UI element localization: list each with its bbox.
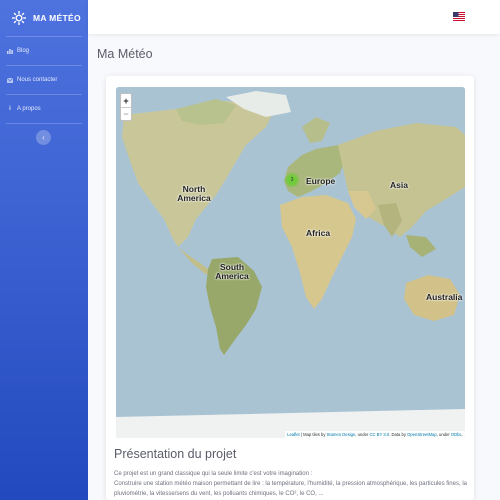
sidebar-item-label: Nous contacter	[17, 77, 58, 83]
odbl-link[interactable]: ODbL	[451, 432, 462, 437]
label-africa: Africa	[306, 228, 331, 238]
cluster-count: 3	[287, 175, 297, 185]
us-flag-icon[interactable]	[453, 12, 465, 21]
sun-icon	[12, 11, 26, 25]
sidebar-item-blog[interactable]: Blog	[0, 37, 88, 65]
osm-link[interactable]: OpenStreetMap	[407, 432, 437, 437]
map-tiles	[116, 87, 465, 438]
map-attribution: Leaflet | Map tiles by Stamen Design, un…	[285, 431, 465, 438]
brand-name: MA MÉTÉO	[33, 13, 81, 23]
sidebar: MA MÉTÉO Blog Nous contacter i A propos …	[0, 0, 88, 500]
brand[interactable]: MA MÉTÉO	[0, 0, 88, 36]
page-title: Ma Météo	[97, 47, 153, 61]
zoom-control: + −	[120, 93, 132, 121]
world-map[interactable]: + − North America South America Europe A…	[116, 87, 465, 438]
zoom-in-button[interactable]: +	[121, 94, 131, 107]
chart-icon	[7, 48, 13, 54]
sidebar-divider	[6, 123, 82, 124]
sidebar-item-label: A propos	[17, 106, 41, 112]
label-europe: Europe	[306, 176, 336, 186]
attribution-text: , under	[436, 432, 451, 437]
sidebar-toggle-button[interactable]: ‹	[36, 130, 51, 145]
chevron-left-icon: ‹	[42, 133, 45, 142]
attribution-text: .	[461, 432, 463, 437]
ccby-link[interactable]: CC BY 3.0	[369, 432, 389, 437]
attribution-text: , under	[355, 432, 370, 437]
label-asia: Asia	[390, 180, 408, 190]
presentation-line: Construire une station météo maison perm…	[114, 481, 467, 497]
label-south-america: South America	[215, 262, 249, 281]
attribution-text: | Map tiles by	[299, 432, 327, 437]
presentation-text: Ce projet est un grand classique qui la …	[114, 469, 469, 499]
info-icon: i	[9, 106, 11, 112]
presentation-line: Ce projet est un grand classique qui la …	[114, 471, 313, 477]
stamen-link[interactable]: Stamen Design	[327, 432, 356, 437]
zoom-out-button[interactable]: −	[121, 107, 131, 120]
envelope-icon	[7, 77, 13, 83]
content-card: + − North America South America Europe A…	[106, 76, 474, 500]
topbar	[88, 0, 500, 34]
label-north-america: North America	[177, 184, 211, 203]
sidebar-item-label: Blog	[17, 48, 30, 54]
station-cluster-marker[interactable]: 3	[285, 173, 299, 187]
sidebar-item-contact[interactable]: Nous contacter	[0, 66, 88, 94]
sidebar-item-about[interactable]: i A propos	[0, 95, 88, 123]
attribution-text: . Data by	[389, 432, 408, 437]
section-title: Présentation du projet	[114, 447, 237, 461]
label-australia: Australia	[426, 292, 463, 302]
leaflet-link[interactable]: Leaflet	[287, 432, 300, 437]
